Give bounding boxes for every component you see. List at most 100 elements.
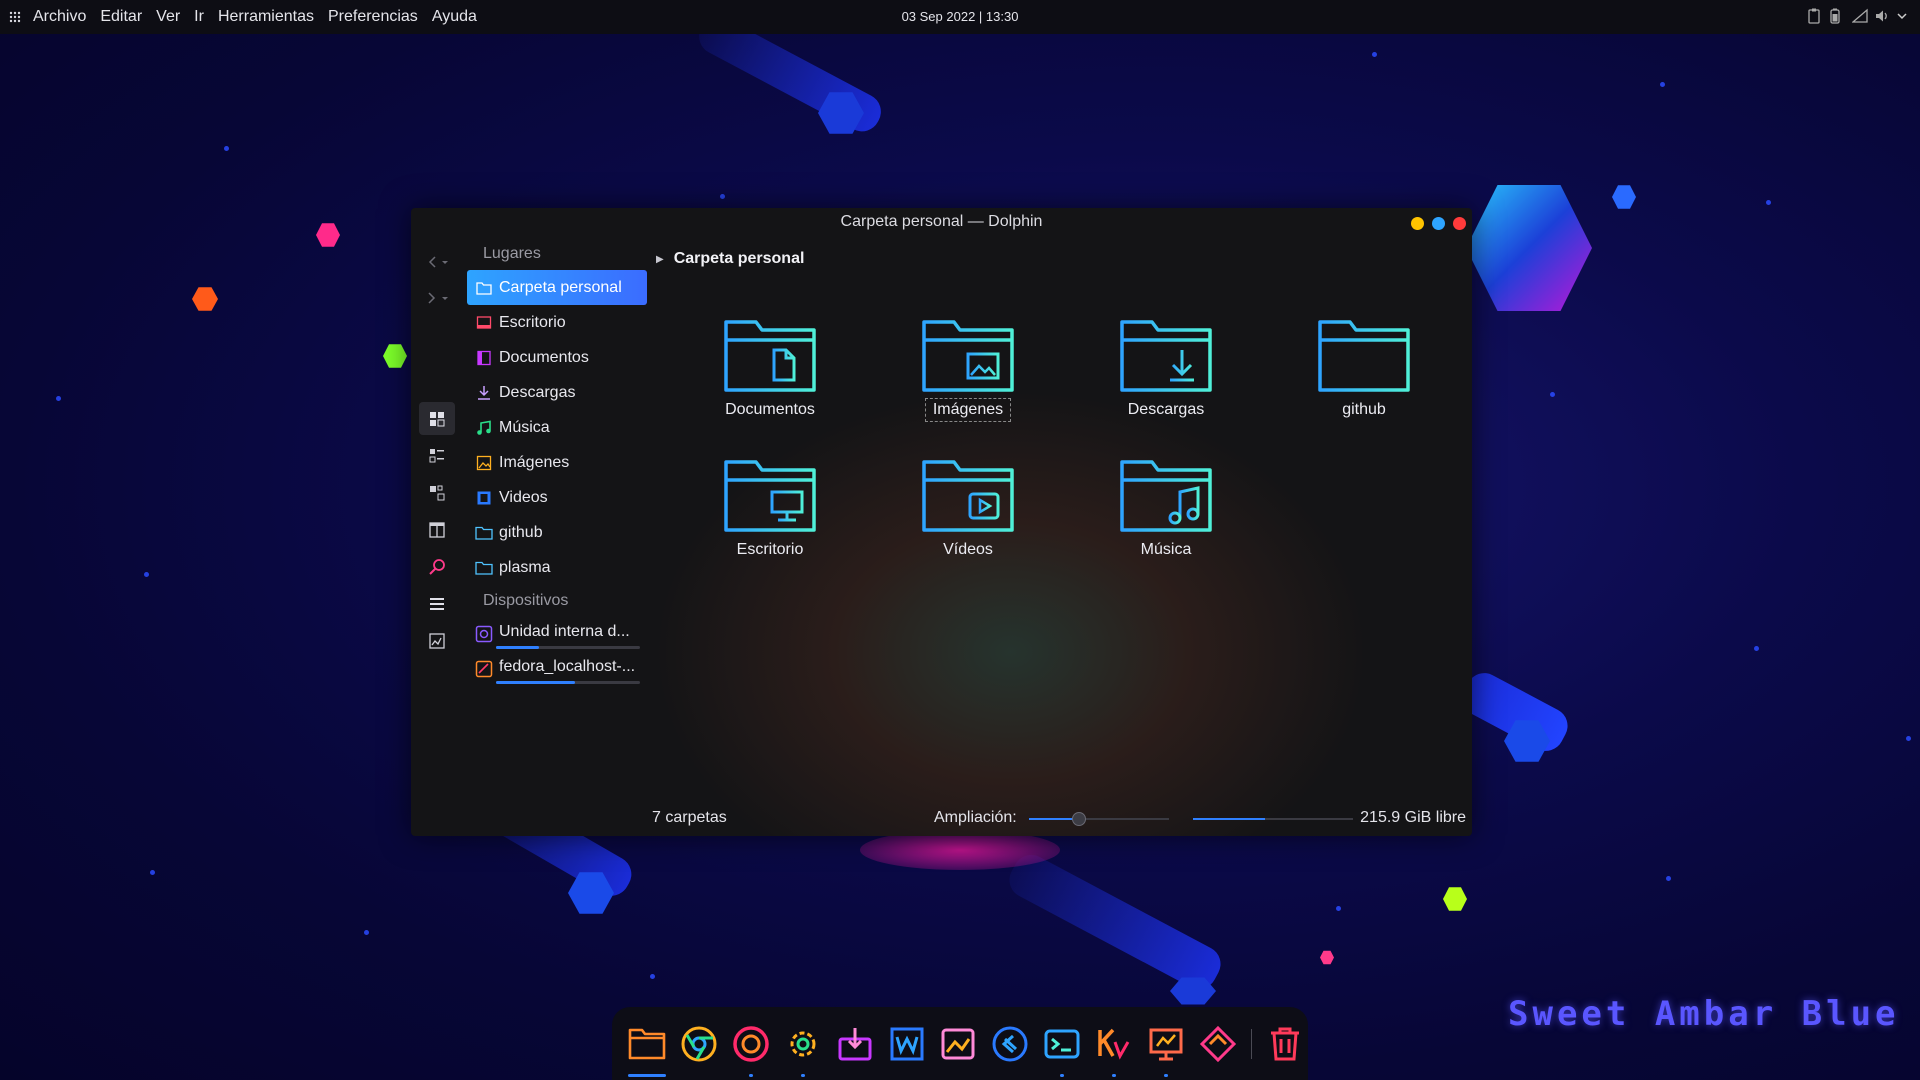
places-panel: Lugares Carpeta personal Escritorio Docu…	[467, 244, 647, 687]
breadcrumb[interactable]: ▶ Carpeta personal	[656, 250, 804, 268]
dock-item-kvantum[interactable]	[1091, 1021, 1137, 1077]
folder-icon	[473, 557, 495, 579]
menu-herramientas[interactable]: Herramientas	[211, 8, 321, 26]
chevron-down-icon[interactable]	[1896, 8, 1910, 24]
file-item-musica[interactable]: Música	[1067, 454, 1265, 576]
places-item-plasma[interactable]: plasma	[467, 550, 647, 585]
wallpaper-star	[150, 870, 155, 875]
places-item-github[interactable]: github	[467, 515, 647, 550]
dock-item-firefox[interactable]	[728, 1021, 774, 1077]
minimize-button[interactable]	[1411, 217, 1424, 230]
menu-ir[interactable]: Ir	[187, 8, 211, 26]
forward-button[interactable]	[421, 280, 461, 316]
file-item-label: Vídeos	[943, 541, 993, 558]
file-item-videos[interactable]: Vídeos	[869, 454, 1067, 576]
breadcrumb-arrow-icon[interactable]: ▶	[656, 254, 664, 265]
battery-icon[interactable]	[1830, 8, 1844, 24]
icons-view-button[interactable]	[419, 402, 455, 435]
dock-item-trash[interactable]	[1262, 1021, 1308, 1067]
dock-item-inkscape[interactable]	[1195, 1021, 1241, 1067]
navigation-buttons	[421, 244, 461, 316]
wallpaper-star	[364, 930, 369, 935]
device-item-label: fedora_localhost-...	[499, 658, 636, 675]
dock-item-software[interactable]	[832, 1021, 878, 1067]
wallpaper-hexagon	[1320, 950, 1334, 965]
menu-icon	[430, 597, 444, 610]
places-item-escritorio[interactable]: Escritorio	[467, 305, 647, 340]
places-item-descargas[interactable]: Descargas	[467, 375, 647, 410]
zoom-slider[interactable]	[1029, 812, 1169, 826]
close-button[interactable]	[1453, 217, 1466, 230]
wallpaper-star	[1766, 200, 1771, 205]
device-item-fedora-localhost[interactable]: fedora_localhost-...	[467, 652, 647, 687]
window-buttons	[1411, 217, 1466, 230]
image-folder-icon	[922, 320, 1014, 392]
file-item-label: Música	[1140, 541, 1192, 558]
image-viewer-icon	[941, 1028, 975, 1059]
chevron-left-icon	[428, 256, 436, 268]
menu-editar[interactable]: Editar	[93, 8, 149, 26]
maximize-button[interactable]	[1432, 217, 1445, 230]
dock-item-writer[interactable]	[884, 1021, 930, 1067]
dock-item-vscode[interactable]	[987, 1021, 1033, 1067]
file-item-label: Descargas	[1127, 401, 1205, 418]
file-item-escritorio[interactable]: Escritorio	[671, 454, 869, 576]
dock-item-settings[interactable]	[780, 1021, 826, 1077]
video-folder-icon	[922, 460, 1014, 532]
dock-active-indicator	[627, 1073, 666, 1077]
app-grid-icon[interactable]	[4, 11, 26, 23]
dock-item-image-viewer[interactable]	[936, 1021, 982, 1067]
split-view-button[interactable]	[419, 513, 455, 546]
dock-running-indicator	[1164, 1073, 1169, 1077]
menu-ayuda[interactable]: Ayuda	[425, 8, 484, 26]
compact-view-button[interactable]	[419, 476, 455, 509]
menu-archivo[interactable]: Archivo	[26, 8, 93, 26]
volume-icon[interactable]	[1874, 8, 1888, 24]
wallpaper-star	[1906, 736, 1911, 741]
file-item-descargas[interactable]: Descargas	[1067, 314, 1265, 436]
dock-item-terminal[interactable]	[1039, 1021, 1085, 1077]
places-item-musica[interactable]: Música	[467, 410, 647, 445]
places-item-documentos[interactable]: Documentos	[467, 340, 647, 375]
file-item-documentos[interactable]: Documentos	[671, 314, 869, 436]
places-item-imagenes[interactable]: Imágenes	[467, 445, 647, 480]
device-usage-bar	[496, 681, 640, 684]
file-item-imagenes[interactable]: Imágenes	[869, 314, 1067, 436]
dock-item-presentation[interactable]	[1143, 1021, 1189, 1077]
package-icon	[838, 1027, 872, 1060]
breadcrumb-current[interactable]: Carpeta personal	[674, 250, 805, 268]
wallpaper-star	[1372, 52, 1377, 57]
clipboard-icon[interactable]	[1808, 8, 1822, 24]
search-button[interactable]	[419, 550, 455, 583]
details-view-icon	[429, 448, 444, 462]
dock-item-chrome[interactable]	[676, 1021, 722, 1067]
back-button[interactable]	[421, 244, 461, 280]
menu-ver[interactable]: Ver	[149, 8, 187, 26]
wallpaper-star	[720, 194, 725, 199]
preview-button[interactable]	[419, 624, 455, 657]
firefox-icon	[733, 1025, 769, 1062]
dolphin-window: Carpeta personal — Dolphin Lugares Carpe…	[411, 208, 1472, 836]
document-folder-icon	[724, 320, 816, 392]
places-item-videos[interactable]: Videos	[467, 480, 647, 515]
network-icon[interactable]	[1852, 8, 1868, 24]
dock-running-indicator	[748, 1073, 753, 1077]
device-usage-fill	[496, 646, 540, 649]
system-tray	[1808, 8, 1910, 24]
device-item-internal-drive[interactable]: Unidad interna d...	[467, 617, 647, 652]
menu-preferencias[interactable]: Preferencias	[321, 8, 425, 26]
chevron-right-icon	[428, 292, 436, 304]
file-item-github[interactable]: github	[1265, 314, 1463, 436]
wallpaper-star	[1550, 392, 1555, 397]
file-item-label: Imágenes	[924, 398, 1012, 422]
places-item-carpeta-personal[interactable]: Carpeta personal	[467, 270, 647, 305]
presentation-icon	[1149, 1028, 1183, 1060]
zoom-slider-handle[interactable]	[1072, 812, 1087, 826]
status-item-count: 7 carpetas	[652, 809, 727, 826]
menu-button[interactable]	[419, 587, 455, 620]
window-titlebar[interactable]: Carpeta personal — Dolphin	[411, 208, 1472, 238]
details-view-button[interactable]	[419, 439, 455, 472]
dock-item-files[interactable]	[624, 1021, 670, 1077]
file-item-label: github	[1342, 401, 1386, 418]
trash-icon	[1271, 1027, 1300, 1060]
